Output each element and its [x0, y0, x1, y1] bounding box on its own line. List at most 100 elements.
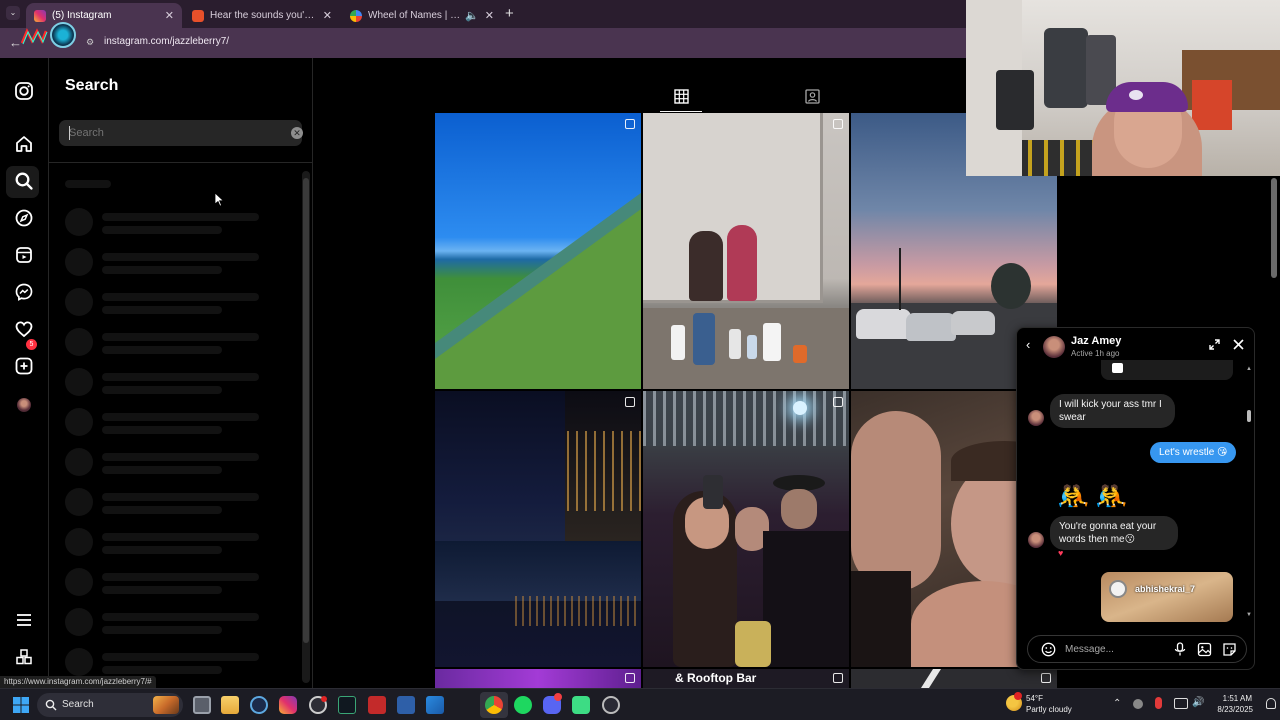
weather-alert-badge: [1014, 692, 1022, 700]
posts-grid-tab-icon[interactable]: [674, 89, 689, 104]
show-hidden-icons-chevron-icon[interactable]: ⌃: [1113, 698, 1121, 709]
search-highlight-image: [153, 696, 179, 714]
microphone-tray-icon[interactable]: [1155, 697, 1162, 709]
loading-placeholder-row: [65, 328, 265, 358]
close-tab-icon[interactable]: ✕: [165, 9, 174, 22]
loading-placeholder-row: [65, 648, 265, 678]
tab-music[interactable]: Hear the sounds you've recently ✕: [184, 3, 340, 28]
notification-bell-icon[interactable]: [1266, 698, 1276, 709]
search-input[interactable]: [69, 126, 269, 140]
volume-icon[interactable]: 🔊: [1192, 697, 1204, 708]
instagram-app-icon[interactable]: [279, 696, 297, 714]
photos-icon[interactable]: [397, 696, 415, 714]
post-thumbnail-rooftop-bar[interactable]: & Rooftop Bar: [643, 669, 849, 688]
reels-icon[interactable]: [14, 245, 34, 265]
text-caret: [69, 126, 70, 140]
microphone-icon[interactable]: [1173, 642, 1187, 657]
page-scrollbar-thumb[interactable]: [1271, 178, 1277, 278]
clock-time[interactable]: 1:51 AM: [1222, 694, 1252, 703]
message-input-box[interactable]: Message...: [1027, 635, 1247, 663]
chat-window: ‹ Jaz Amey Active 1h ago I will kick you…: [1016, 327, 1255, 670]
network-icon[interactable]: [1174, 698, 1188, 709]
home-icon[interactable]: [14, 134, 34, 154]
profile-avatar-icon[interactable]: [50, 22, 76, 48]
multiple-posts-icon: [833, 673, 843, 683]
tagged-tab-icon[interactable]: [805, 89, 820, 104]
multiple-posts-icon: [625, 673, 635, 683]
tab-list-chevron-icon[interactable]: ⌄: [6, 6, 20, 20]
chat-scroll-up-icon[interactable]: ▲: [1246, 366, 1252, 372]
close-tab-icon[interactable]: ✕: [323, 9, 332, 22]
spotify-icon[interactable]: [514, 696, 532, 714]
tab-instagram[interactable]: (5) Instagram ✕: [26, 3, 182, 28]
loading-placeholder-row: [65, 368, 265, 398]
post-thumbnail-city-night[interactable]: [435, 391, 641, 667]
search-icon[interactable]: [14, 171, 34, 191]
tray-app-icon[interactable]: [1133, 699, 1143, 709]
weather-temperature[interactable]: 54°F: [1026, 694, 1043, 703]
profile-avatar[interactable]: [17, 398, 31, 412]
chat-contact-name[interactable]: Jaz Amey: [1071, 335, 1121, 347]
post-thumbnail-sign[interactable]: [851, 669, 1057, 688]
file-explorer-icon[interactable]: [221, 696, 239, 714]
new-tab-button[interactable]: +: [505, 5, 514, 22]
shared-post-card[interactable]: abhishekrai_7: [1101, 572, 1233, 622]
chat-scrollbar-track[interactable]: [1246, 368, 1252, 620]
loading-placeholder-row: [65, 568, 265, 598]
wheel-icon: [350, 9, 362, 22]
message-incoming[interactable]: I will kick your ass tmr I swear: [1050, 394, 1175, 428]
create-plus-icon[interactable]: [14, 356, 34, 376]
image-upload-icon[interactable]: [1197, 642, 1212, 657]
post-thumbnail-mirror-selfie[interactable]: [643, 113, 849, 389]
windows-start-icon[interactable]: [13, 697, 29, 713]
multiple-posts-icon: [625, 397, 635, 407]
extension-logo-icon[interactable]: [20, 25, 48, 47]
misc-app-icon[interactable]: [602, 696, 620, 714]
chrome-icon[interactable]: [485, 696, 503, 714]
clock-date[interactable]: 8/23/2025: [1213, 705, 1253, 714]
messenger-icon[interactable]: [14, 282, 34, 302]
chat-back-icon[interactable]: ‹: [1026, 337, 1030, 352]
expand-icon[interactable]: [1208, 338, 1221, 351]
post-overlay-text: & Rooftop Bar: [675, 671, 757, 685]
post-thumbnail-purple-party[interactable]: [435, 669, 641, 688]
chat-scroll-down-icon[interactable]: ▼: [1246, 612, 1252, 618]
search-box[interactable]: ✕: [59, 120, 303, 146]
paint-icon[interactable]: [426, 696, 444, 714]
heart-icon[interactable]: [14, 319, 34, 339]
message-outgoing[interactable]: Let's wrestle 😘: [1150, 442, 1237, 463]
search-scrollbar-thumb[interactable]: [303, 178, 309, 643]
taskbar-search-box[interactable]: Search: [37, 693, 183, 717]
site-info-icon[interactable]: ⚙: [86, 37, 96, 47]
weather-description[interactable]: Partly cloudy: [1026, 705, 1072, 714]
shared-media-card[interactable]: [1101, 360, 1233, 380]
terminal-icon[interactable]: [338, 696, 356, 714]
chat-scrollbar-thumb[interactable]: [1247, 410, 1251, 422]
post-thumbnail-bar-group-selfie[interactable]: [643, 391, 849, 667]
webcam-overlay: [966, 0, 1280, 176]
explore-compass-icon[interactable]: [14, 208, 34, 228]
chat-avatar[interactable]: [1043, 336, 1065, 358]
menu-hamburger-icon[interactable]: [14, 610, 34, 630]
address-url[interactable]: instagram.com/jazzleberry7/: [104, 36, 229, 47]
close-chat-icon[interactable]: [1232, 338, 1245, 351]
loading-placeholder-row: [65, 408, 265, 438]
task-view-icon[interactable]: [193, 696, 211, 714]
post-thumbnail-beach[interactable]: [435, 113, 641, 389]
sticker-icon[interactable]: [1222, 642, 1237, 657]
instagram-logo-icon[interactable]: [14, 81, 34, 101]
chat-active-status: Active 1h ago: [1071, 349, 1120, 358]
message-emoji[interactable]: 🤼🤼: [1057, 481, 1134, 511]
steam-icon[interactable]: [250, 696, 268, 714]
close-tab-icon[interactable]: ✕: [485, 9, 494, 22]
message-input[interactable]: Message...: [1065, 644, 1114, 655]
notification-badge: 5: [26, 339, 37, 350]
loading-placeholder-row: [65, 208, 265, 238]
clear-search-icon[interactable]: ✕: [291, 127, 303, 139]
android-studio-icon[interactable]: [572, 696, 590, 714]
more-apps-icon[interactable]: [14, 647, 34, 667]
tab-wheel-of-names[interactable]: Wheel of Names | Random 🔈 ✕: [342, 3, 502, 28]
emoji-icon[interactable]: [1041, 642, 1056, 657]
message-incoming[interactable]: You're gonna eat your words then me😗: [1050, 516, 1178, 550]
video-editor-icon[interactable]: [368, 696, 386, 714]
